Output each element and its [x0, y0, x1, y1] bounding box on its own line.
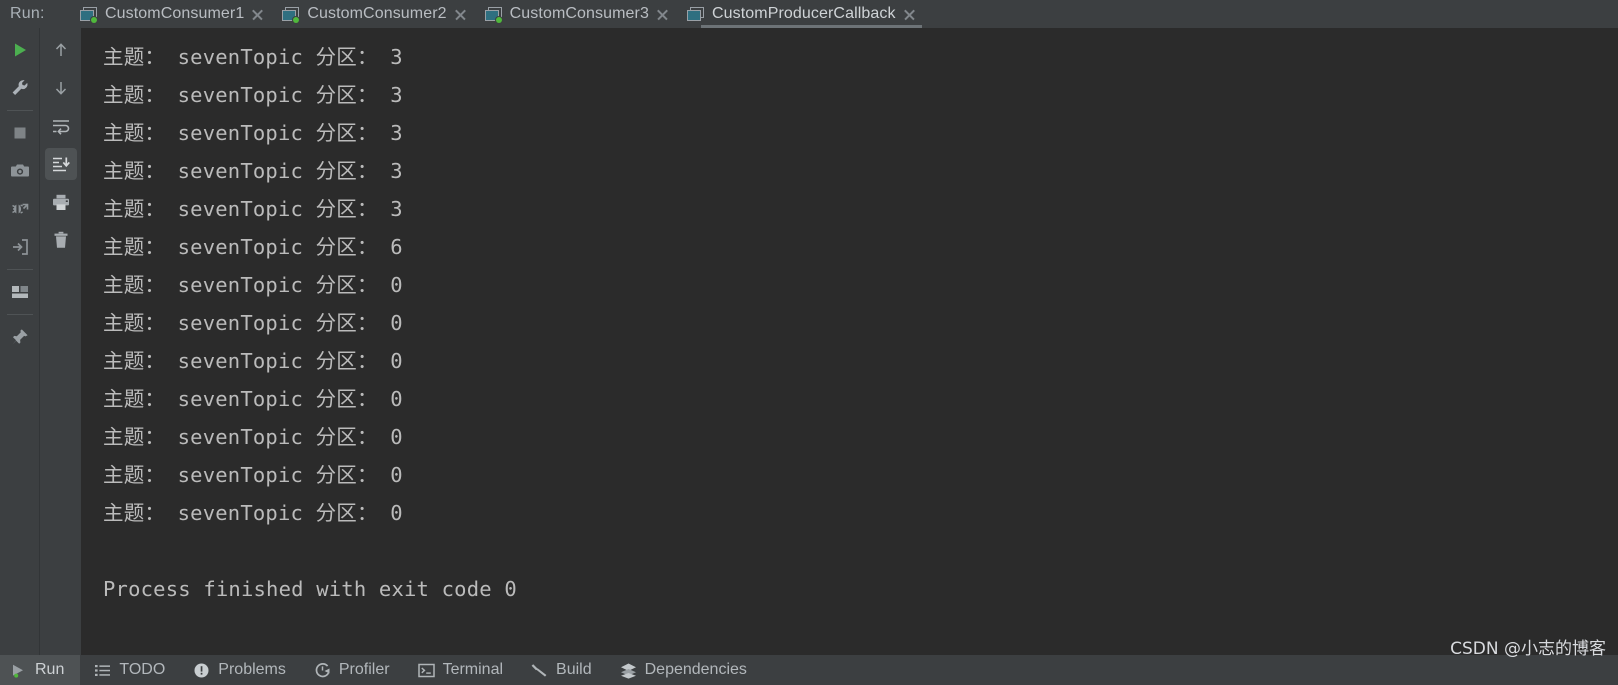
status-item-terminal[interactable]: Terminal [404, 655, 517, 685]
printer-icon [51, 193, 71, 212]
profiler-icon [314, 662, 331, 679]
run-tab-label: CustomProducerCallback [711, 5, 896, 22]
watermark: CSDN @小志的博客 [1450, 639, 1606, 659]
arrow-into-box-icon [10, 237, 30, 257]
toolbar-separator [6, 314, 33, 315]
layout-button[interactable] [4, 276, 36, 308]
todo-list-icon [94, 662, 111, 679]
print-button[interactable] [45, 186, 77, 218]
play-run-icon [10, 662, 27, 679]
layout-icon [10, 284, 30, 300]
console-window-icon [484, 6, 503, 23]
close-icon[interactable] [903, 8, 916, 21]
status-item-label: Run [35, 661, 65, 678]
run-tab-label: CustomConsumer1 [105, 5, 245, 22]
screenshot-button[interactable] [4, 155, 36, 187]
console-lines: 主题： sevenTopic 分区： 3 主题： sevenTopic 分区： … [83, 28, 1618, 608]
dump-threads-button[interactable] [4, 193, 36, 225]
console-line: 主题： sevenTopic 分区： 0 [103, 311, 403, 335]
close-icon[interactable] [251, 8, 264, 21]
console-line: 主题： sevenTopic 分区： 3 [103, 45, 403, 69]
run-tab-customconsumer2[interactable]: CustomConsumer2 [274, 0, 476, 28]
toolbar-separator [6, 110, 33, 111]
status-item-dependencies[interactable]: Dependencies [606, 655, 761, 685]
scroll-to-end-button[interactable] [44, 148, 77, 180]
status-item-label: Terminal [442, 661, 504, 678]
console-window-icon [282, 6, 300, 23]
run-tab-customconsumer1[interactable]: CustomConsumer1 [72, 0, 274, 28]
next-occurrence-button[interactable] [45, 72, 77, 104]
status-item-label: Problems [218, 661, 286, 678]
run-tool-window: Run: CustomConsumer1 CustomConsumer2 Cus… [0, 0, 1618, 685]
status-item-label: TODO [119, 661, 166, 678]
thread-dump-icon [10, 199, 30, 219]
stop-button[interactable] [4, 117, 36, 149]
soft-wrap-button[interactable] [45, 110, 77, 142]
run-tab-label: CustomConsumer2 [307, 5, 447, 22]
soft-wrap-icon [51, 117, 71, 135]
console-line: 主题： sevenTopic 分区： 0 [103, 425, 403, 449]
status-item-label: Build [556, 661, 592, 678]
toolbar-separator [6, 269, 33, 270]
run-tab-label: CustomConsumer3 [509, 5, 649, 22]
arrow-down-icon [52, 79, 70, 97]
console-line: 主题： sevenTopic 分区： 0 [103, 387, 403, 411]
console-line: 主题： sevenTopic 分区： 3 [103, 197, 403, 221]
hammer-icon [531, 662, 548, 679]
console-line: 主题： sevenTopic 分区： 0 [103, 273, 403, 297]
close-icon[interactable] [454, 8, 467, 21]
run-tab-bar: Run: CustomConsumer1 CustomConsumer2 Cus… [0, 0, 1618, 28]
console-toolbar-secondary [40, 28, 82, 655]
play-icon [11, 41, 29, 59]
scroll-to-end-icon [51, 155, 71, 173]
clear-all-button[interactable] [45, 224, 77, 256]
status-item-run[interactable]: Run [0, 655, 81, 685]
wrench-icon [10, 78, 30, 98]
stop-square-icon [11, 124, 29, 142]
console-line: 主题： sevenTopic 分区： 0 [103, 349, 403, 373]
edit-configuration-button[interactable] [4, 72, 36, 104]
console-exit-message: Process finished with exit code 0 [103, 577, 517, 601]
status-item-todo[interactable]: TODO [80, 655, 179, 685]
status-item-problems[interactable]: Problems [179, 655, 300, 685]
console-line: 主题： sevenTopic 分区： 3 [103, 83, 403, 107]
console-output-panel[interactable]: 主题： sevenTopic 分区： 3 主题： sevenTopic 分区： … [83, 28, 1618, 655]
pin-icon [10, 327, 30, 347]
status-item-label: Profiler [338, 661, 390, 678]
attach-process-button[interactable] [4, 231, 36, 263]
trash-icon [52, 231, 70, 250]
dependencies-layers-icon [620, 662, 637, 679]
status-item-profiler[interactable]: Profiler [300, 655, 404, 685]
console-window-icon [80, 6, 98, 23]
terminal-icon [417, 662, 435, 679]
previous-occurrence-button[interactable] [45, 34, 77, 66]
run-tab-customconsumer3[interactable]: CustomConsumer3 [477, 0, 679, 28]
console-line: 主题： sevenTopic 分区： 3 [103, 121, 403, 145]
problems-exclamation-icon [193, 662, 210, 679]
arrow-up-icon [52, 41, 70, 59]
pin-tab-button[interactable] [4, 321, 36, 353]
status-item-label: Dependencies [644, 661, 747, 678]
run-tab-customproducercallback[interactable]: CustomProducerCallback [679, 0, 926, 28]
console-line: 主题： sevenTopic 分区： 0 [103, 501, 403, 525]
console-line: 主题： sevenTopic 分区： 6 [103, 235, 403, 259]
status-item-build[interactable]: Build [517, 655, 606, 685]
run-toolbar-primary [0, 28, 40, 655]
console-line: 主题： sevenTopic 分区： 3 [103, 159, 403, 183]
close-icon[interactable] [656, 8, 669, 21]
console-line: 主题： sevenTopic 分区： 0 [103, 463, 403, 487]
camera-icon [10, 162, 30, 180]
bottom-tool-bar: Run TODO Problems Profiler Terminal Buil… [0, 655, 1618, 685]
console-window-icon [686, 6, 705, 22]
run-tool-window-label: Run: [10, 5, 45, 22]
rerun-button[interactable] [4, 34, 36, 66]
